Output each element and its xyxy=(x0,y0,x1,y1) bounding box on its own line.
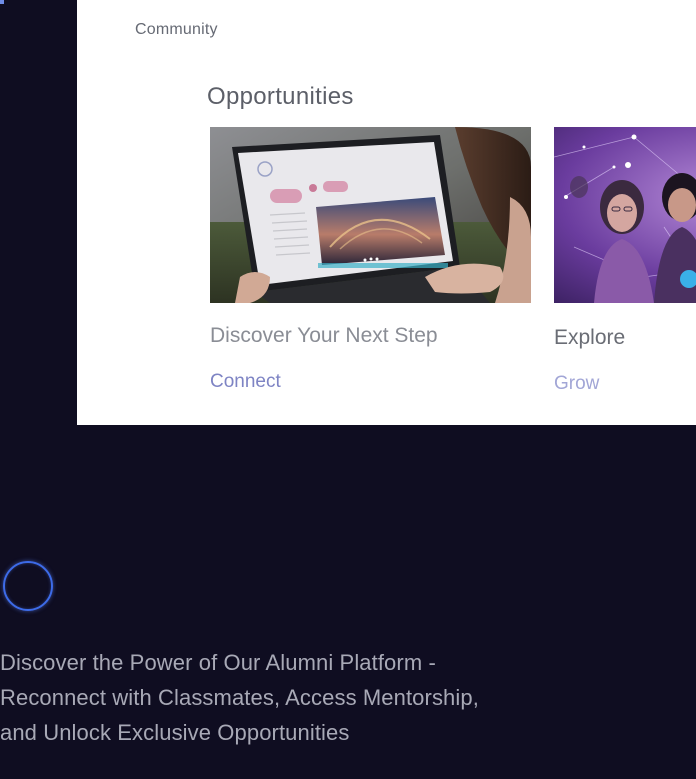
card-link-grow[interactable]: Grow xyxy=(554,373,599,395)
section-title: Opportunities xyxy=(207,83,354,110)
corner-indicator xyxy=(0,0,4,4)
card-link-connect[interactable]: Connect xyxy=(210,371,281,393)
breadcrumb[interactable]: Community xyxy=(135,21,218,39)
card-title: Explore xyxy=(554,326,626,349)
loading-spinner-icon xyxy=(3,561,53,611)
page: Community Opportunities Discover Your Ne… xyxy=(0,0,696,779)
card-image-laptop xyxy=(210,127,531,303)
laptop-illustration xyxy=(210,127,531,303)
card-image-network xyxy=(554,127,696,303)
hero-tagline: Discover the Power of Our Alumni Platfor… xyxy=(0,650,479,745)
content-panel: Community Opportunities Discover Your Ne… xyxy=(77,0,696,425)
opportunity-card[interactable]: Explore Grow xyxy=(554,127,696,394)
card-title: Discover Your Next Step xyxy=(210,324,438,347)
network-illustration xyxy=(554,127,696,303)
opportunity-card[interactable]: Discover Your Next Step Connect xyxy=(210,127,531,392)
